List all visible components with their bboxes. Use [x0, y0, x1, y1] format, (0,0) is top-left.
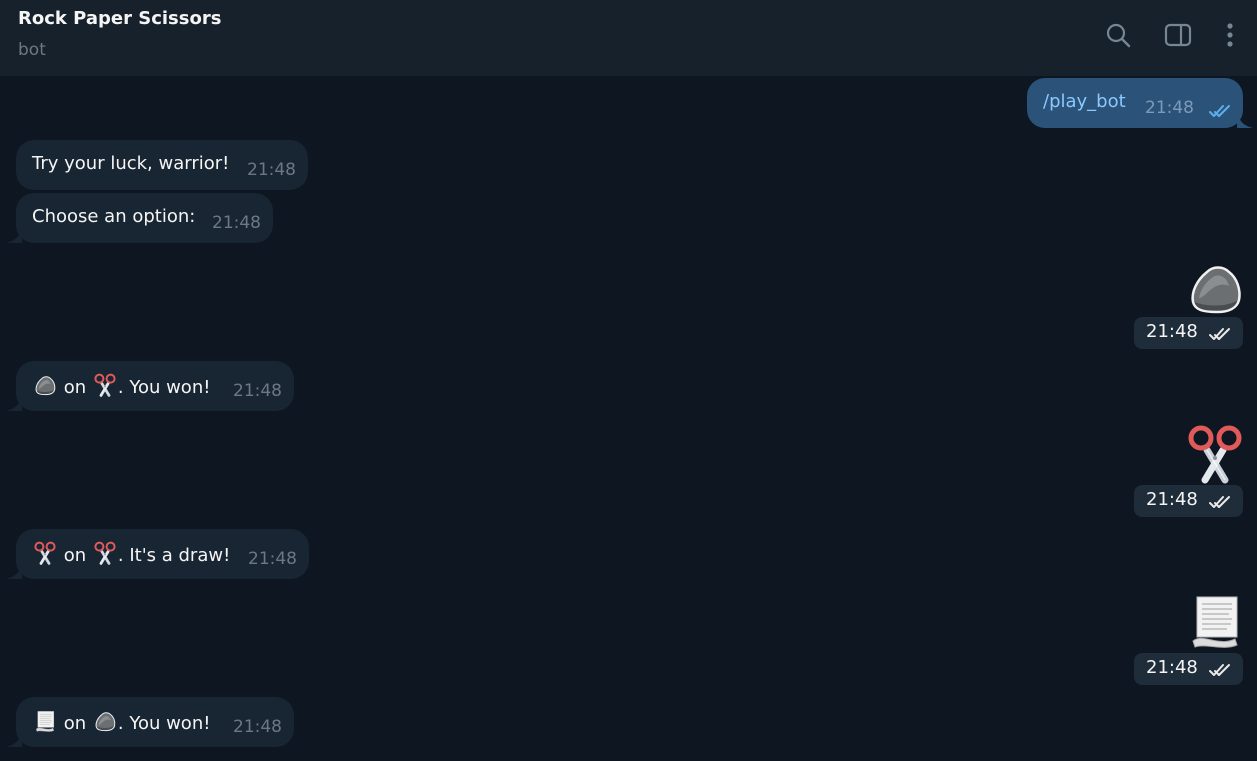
rock-emoji-icon [32, 373, 58, 397]
incoming-message[interactable]: on . It's a draw! 21:48 [16, 529, 309, 579]
scissors-emoji-icon [92, 373, 118, 397]
read-ticks-icon [1209, 104, 1237, 118]
chat-title[interactable]: Rock Paper Scissors [18, 8, 221, 29]
chat-header[interactable]: Rock Paper Scissors bot [0, 0, 1257, 76]
bubble-tail [1237, 112, 1253, 128]
message-time: 21:48 [1146, 489, 1198, 510]
rock-sticker[interactable] [1185, 258, 1245, 318]
more-vertical-icon[interactable] [1215, 20, 1245, 50]
outgoing-message[interactable]: /play_bot 21:48 [1027, 78, 1243, 128]
incoming-message[interactable]: Try your luck, warrior! 21:48 [16, 140, 308, 190]
message-time: 21:48 [248, 549, 297, 569]
read-ticks-icon [1209, 663, 1237, 677]
message-on-word: on [63, 713, 87, 734]
message-text: Choose an option: [32, 206, 196, 227]
bubble-tail [6, 395, 22, 411]
scissors-emoji-icon [32, 541, 58, 565]
chat-window: Rock Paper Scissors bot /play_bot 21:48 [0, 0, 1257, 761]
incoming-message[interactable]: on . You won! 21:48 [16, 361, 294, 411]
bubble-tail [6, 563, 22, 579]
message-text: on . You won! [32, 373, 210, 400]
bubble-tail [6, 731, 22, 747]
message-on-word: on [63, 545, 87, 566]
message-time: 21:48 [233, 717, 282, 737]
read-ticks-icon [1209, 327, 1237, 341]
incoming-message[interactable]: on . You won! 21:48 [16, 697, 294, 747]
paper-sticker[interactable] [1185, 591, 1245, 651]
sticker-meta: 21:48 [1134, 653, 1243, 685]
scissors-sticker[interactable] [1185, 424, 1245, 484]
sidebar-toggle-icon[interactable] [1163, 20, 1193, 50]
read-ticks-icon [1209, 495, 1237, 509]
bot-command-link[interactable]: /play_bot [1043, 90, 1126, 114]
bubble-tail [6, 227, 22, 243]
message-text: on . You won! [32, 709, 210, 736]
message-time: 21:48 [212, 213, 261, 233]
paper-emoji-icon [32, 709, 58, 733]
message-text: Try your luck, warrior! [32, 153, 230, 174]
message-time: 21:48 [1146, 321, 1198, 342]
message-result-text: . It's a draw! [117, 545, 231, 566]
search-icon[interactable] [1103, 20, 1133, 50]
message-time: 21:48 [1145, 98, 1194, 118]
sticker-meta: 21:48 [1134, 317, 1243, 349]
rock-emoji-icon [92, 709, 118, 733]
message-time: 21:48 [247, 160, 296, 180]
message-result-text: . You won! [117, 713, 211, 734]
incoming-message[interactable]: Choose an option: 21:48 [16, 193, 273, 243]
message-result-text: . You won! [117, 377, 211, 398]
message-time: 21:48 [233, 381, 282, 401]
message-time: 21:48 [1146, 657, 1198, 678]
message-text: on . It's a draw! [32, 541, 230, 568]
scissors-emoji-icon [92, 541, 118, 565]
message-on-word: on [63, 377, 87, 398]
sticker-meta: 21:48 [1134, 485, 1243, 517]
chat-subtitle: bot [18, 40, 46, 60]
